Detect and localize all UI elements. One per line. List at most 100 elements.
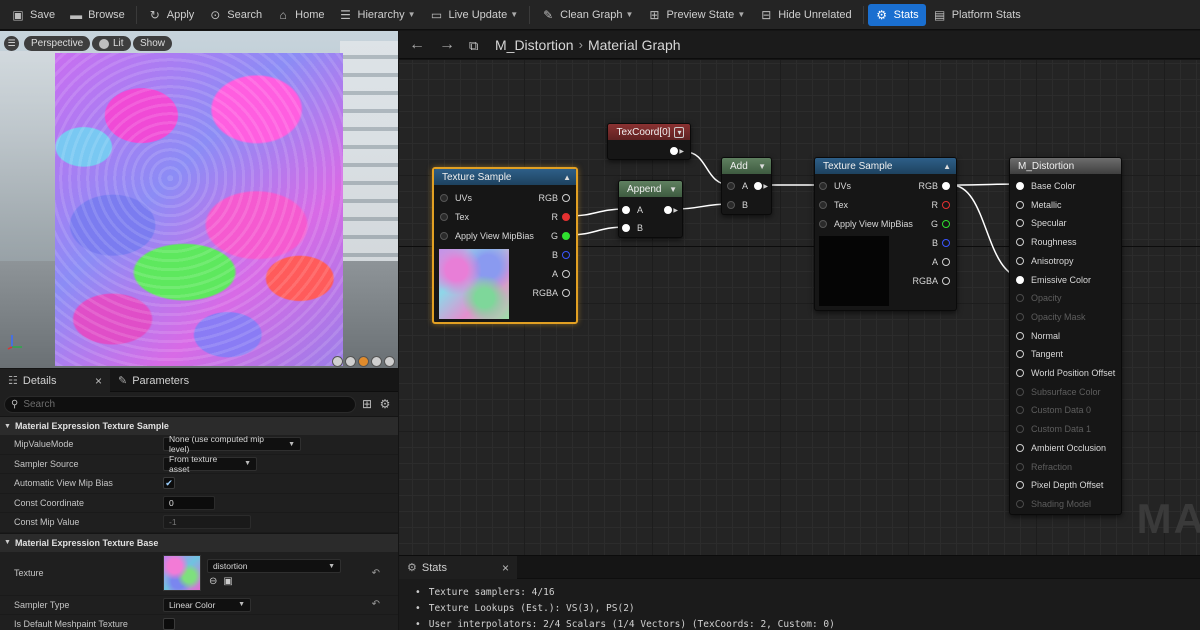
browse-asset-icon[interactable]: ▣ — [223, 576, 232, 587]
preview-mesh-button[interactable] — [384, 356, 395, 367]
section-header[interactable]: ▼ Material Expression Texture Base — [0, 532, 398, 552]
mipbias-pin[interactable]: Apply View MipBias — [440, 229, 534, 243]
g-pin[interactable]: G — [551, 229, 570, 243]
g-pin[interactable]: G — [931, 217, 950, 231]
hierarchy-button[interactable]: ☰ Hierarchy ▼ — [332, 4, 423, 26]
sampler-type-dropdown[interactable]: Linear Color ▼ — [163, 597, 251, 612]
viewport-menu-button[interactable]: ☰ — [4, 36, 19, 51]
forward-arrow-icon[interactable]: → — [439, 36, 455, 54]
preview-state-button[interactable]: ⊞ Preview State ▼ — [640, 4, 752, 26]
table-view-icon[interactable]: ⊞ — [360, 397, 374, 411]
texture-sample-node-2[interactable]: Texture Sample ▲ UVs Tex Apply View MipBi… — [814, 157, 957, 311]
save-button[interactable]: ▣ Save — [4, 4, 62, 26]
breadcrumb-material[interactable]: M_Distortion — [495, 37, 574, 53]
texture-asset-dropdown[interactable]: distortion ▼ — [207, 559, 341, 573]
add-output-pin[interactable]: ▶ — [750, 179, 768, 193]
auto-mip-bias-checkbox[interactable]: ✔ — [163, 477, 175, 490]
texture-sample-node-1[interactable]: Texture Sample ▲ UVs Tex Apply View MipBi… — [432, 167, 578, 324]
a-pin[interactable]: A — [552, 267, 570, 281]
result-pin[interactable]: Pixel Depth Offset — [1016, 478, 1103, 492]
rgb-pin[interactable]: RGB — [538, 191, 570, 205]
apply-button[interactable]: ↻ Apply — [141, 4, 202, 26]
result-pin[interactable]: Tangent — [1016, 347, 1063, 361]
add-a-pin[interactable]: A — [727, 179, 748, 193]
back-arrow-icon[interactable]: ← — [409, 36, 425, 54]
a-pin[interactable]: A — [932, 255, 950, 269]
result-pin[interactable]: Normal — [1016, 329, 1060, 343]
live-update-button[interactable]: ▭ Live Update ▼ — [423, 4, 526, 26]
preview-sphere-button[interactable] — [345, 356, 356, 367]
uvs-pin[interactable]: UVs — [819, 179, 851, 193]
close-icon[interactable]: × — [95, 374, 102, 388]
result-pin[interactable]: Ambient Occlusion — [1016, 441, 1106, 455]
reset-icon[interactable]: ↶ — [372, 568, 380, 579]
collapse-icon[interactable]: ▲ — [943, 162, 951, 171]
close-icon[interactable]: × — [502, 561, 509, 575]
r-pin[interactable]: R — [932, 198, 950, 212]
append-a-pin[interactable]: A — [622, 203, 643, 217]
preview-viewport[interactable]: ☰ Perspective Lit Show — [0, 31, 398, 368]
preview-cube-button[interactable] — [371, 356, 382, 367]
mip-value-mode-dropdown[interactable]: None (use computed mip level) ▼ — [163, 434, 301, 454]
result-pin[interactable]: Subsurface Color — [1016, 385, 1101, 399]
result-pin[interactable]: Metallic — [1016, 198, 1062, 212]
default-meshpaint-checkbox[interactable] — [163, 618, 175, 630]
uvs-pin[interactable]: UVs — [440, 191, 472, 205]
b-pin[interactable]: B — [932, 236, 950, 250]
result-pin[interactable]: Specular — [1016, 216, 1067, 230]
tab-stats[interactable]: ⚙ Stats × — [399, 556, 517, 579]
show-button[interactable]: Show — [133, 36, 173, 51]
tab-details[interactable]: ☷ Details × — [0, 369, 110, 392]
rgba-pin[interactable]: RGBA — [912, 274, 950, 288]
platform-stats-button[interactable]: ▤ Platform Stats — [926, 4, 1028, 26]
preview-cylinder-button[interactable] — [332, 356, 343, 367]
preview-plane-button[interactable] — [358, 356, 369, 367]
output-pin[interactable]: ▶ — [666, 144, 684, 158]
add-node[interactable]: Add ▼ A B ▶ — [721, 157, 772, 215]
result-pin[interactable]: Custom Data 1 — [1016, 422, 1091, 436]
collapse-icon[interactable]: ▲ — [563, 173, 571, 182]
rgb-pin[interactable]: RGB — [918, 179, 950, 193]
append-output-pin[interactable]: ▶ — [660, 203, 678, 217]
browse-button[interactable]: ▬ Browse — [62, 4, 132, 26]
material-result-node[interactable]: M_Distortion Base Color Metallic Specular R… — [1009, 157, 1122, 515]
material-graph-canvas[interactable]: MA TexCoord[0] ▾ ▶ Texture Sample ▲ UVs Te… — [399, 60, 1200, 555]
use-selected-icon[interactable]: ⊖ — [209, 576, 217, 587]
hide-unrelated-button[interactable]: ⊟ Hide Unrelated — [752, 4, 858, 26]
b-pin[interactable]: B — [552, 248, 570, 262]
tex-pin[interactable]: Tex — [819, 198, 848, 212]
chevron-down-icon[interactable]: ▼ — [758, 162, 766, 171]
result-pin[interactable]: Opacity — [1016, 291, 1062, 305]
rgba-pin[interactable]: RGBA — [532, 286, 570, 300]
reset-icon[interactable]: ↶ — [372, 599, 380, 610]
result-pin[interactable]: Shading Model — [1016, 497, 1091, 511]
result-pin[interactable]: World Position Offset — [1016, 366, 1115, 380]
sampler-source-dropdown[interactable]: From texture asset ▼ — [163, 454, 257, 474]
gear-icon[interactable]: ⚙ — [378, 397, 392, 411]
append-node[interactable]: Append ▼ A B ▶ — [618, 180, 683, 238]
chevron-down-icon[interactable]: ▼ — [669, 185, 677, 194]
result-pin[interactable]: Anisotropy — [1016, 254, 1074, 268]
result-pin[interactable]: Refraction — [1016, 460, 1072, 474]
perspective-button[interactable]: Perspective — [24, 36, 91, 51]
details-search-input[interactable]: ⚲ Search — [4, 395, 356, 413]
lit-button[interactable]: Lit — [92, 36, 131, 51]
const-coordinate-input[interactable]: 0 — [163, 495, 215, 510]
section-header[interactable]: ▼ Material Expression Texture Sample — [0, 416, 398, 435]
stats-button[interactable]: ⚙ Stats — [867, 3, 926, 26]
result-pin[interactable]: Roughness — [1016, 235, 1077, 249]
result-pin[interactable]: Base Color — [1016, 179, 1076, 193]
search-button[interactable]: ⊙ Search — [201, 4, 269, 26]
append-b-pin[interactable]: B — [622, 221, 643, 235]
result-pin[interactable]: Custom Data 0 — [1016, 403, 1091, 417]
tex-pin[interactable]: Tex — [440, 210, 469, 224]
add-b-pin[interactable]: B — [727, 198, 748, 212]
tab-parameters[interactable]: ✎ Parameters — [110, 369, 197, 392]
const-mip-value-input[interactable]: -1 — [163, 515, 251, 530]
texcoord-node[interactable]: TexCoord[0] ▾ ▶ — [607, 123, 691, 160]
texture-thumbnail[interactable] — [163, 555, 201, 591]
mipbias-pin[interactable]: Apply View MipBias — [819, 217, 913, 231]
r-pin[interactable]: R — [552, 210, 570, 224]
home-button[interactable]: ⌂ Home — [269, 4, 331, 26]
clean-graph-button[interactable]: ✎ Clean Graph ▼ — [534, 4, 640, 26]
